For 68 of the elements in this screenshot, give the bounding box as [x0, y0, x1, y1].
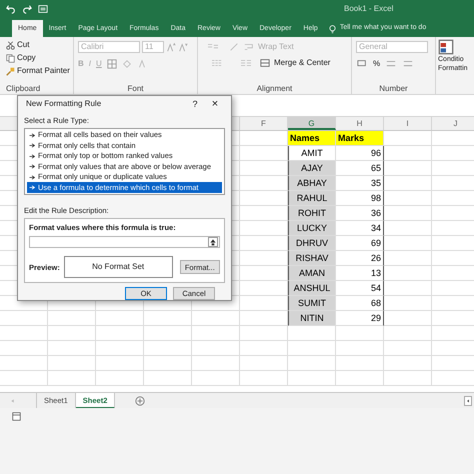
- pointer-arrow-icon: [29, 174, 35, 180]
- preview-box: No Format Set: [64, 256, 173, 278]
- table-cell: 96: [336, 146, 384, 161]
- pointer-arrow-icon: [29, 164, 35, 169]
- group-label: Number: [378, 84, 409, 94]
- cut-button[interactable]: Cut: [17, 39, 30, 51]
- table-cell: 34: [336, 221, 384, 236]
- borders-icon: [106, 59, 117, 69]
- pointer-arrow-icon: [29, 132, 35, 138]
- table-cell: 68: [336, 296, 384, 311]
- copy-icon: [6, 54, 15, 62]
- shrink-font-icon: [178, 42, 188, 52]
- form-icon: [38, 4, 48, 14]
- merge-center-button[interactable]: Merge & Center: [274, 57, 330, 69]
- table-cell[interactable]: ROHIT: [288, 206, 336, 221]
- collapse-dialog-icon: [208, 237, 218, 248]
- table-cell[interactable]: RISHAV: [288, 251, 336, 266]
- scroll-left-icon: [10, 398, 15, 404]
- dialog-title: New Formatting Rule: [26, 98, 102, 110]
- lightbulb-icon: [328, 24, 337, 34]
- pointer-arrow-icon: [29, 185, 35, 190]
- orientation-icon: [228, 42, 240, 52]
- table-cell[interactable]: SUMIT: [288, 296, 336, 311]
- help-button[interactable]: ?: [185, 98, 205, 111]
- pointer-arrow-icon: [29, 154, 35, 158]
- pointer-arrow-icon: [29, 143, 35, 148]
- table-cell[interactable]: AJAY: [288, 161, 336, 176]
- table-cell: Names: [288, 131, 336, 146]
- table-cell[interactable]: NITIN: [288, 311, 336, 326]
- table-cell: 98: [336, 191, 384, 206]
- table-cell: 54: [336, 281, 384, 296]
- table-cell: 65: [336, 161, 384, 176]
- table-cell: 69: [336, 236, 384, 251]
- percent-button[interactable]: %: [373, 58, 380, 70]
- table-cell: 36: [336, 206, 384, 221]
- scissors-icon: [6, 40, 15, 50]
- group-label: Font: [126, 84, 144, 94]
- grow-font-icon: [166, 42, 176, 52]
- table-cell[interactable]: ABHAY: [288, 176, 336, 191]
- paintbrush-icon: [6, 66, 15, 76]
- wrap-text-icon: [244, 42, 254, 52]
- copy-button[interactable]: Copy: [17, 52, 36, 64]
- table-cell: 29: [336, 311, 384, 326]
- add-sheet-icon: [135, 396, 146, 406]
- table-cell[interactable]: AMAN: [288, 266, 336, 281]
- table-cell[interactable]: DHRUV: [288, 236, 336, 251]
- table-cell: Marks: [336, 131, 384, 146]
- window-title: Book1 - Excel: [344, 2, 394, 14]
- group-label: Alignment: [256, 84, 294, 94]
- macro-record-icon: [12, 412, 21, 421]
- table-cell: 13: [336, 266, 384, 281]
- redo-icon: [22, 4, 32, 14]
- formula-input[interactable]: [29, 236, 220, 248]
- undo-icon: [6, 4, 16, 14]
- column-header[interactable]: G: [288, 117, 336, 130]
- format-painter-button[interactable]: Format Painter: [17, 65, 70, 77]
- table-cell: 26: [336, 251, 384, 266]
- scroll-left-button-icon: [464, 396, 472, 406]
- column-header[interactable]: H: [336, 117, 384, 130]
- column-header[interactable]: J: [432, 117, 474, 130]
- table-cell: 35: [336, 176, 384, 191]
- table-cell[interactable]: RAHUL: [288, 191, 336, 206]
- table-cell[interactable]: ANSHUL: [288, 281, 336, 296]
- group-label: Clipboard: [6, 84, 42, 94]
- table-cell[interactable]: LUCKY: [288, 221, 336, 236]
- merge-icon: [260, 58, 270, 68]
- column-header[interactable]: I: [384, 117, 432, 130]
- close-button[interactable]: ×: [205, 96, 225, 112]
